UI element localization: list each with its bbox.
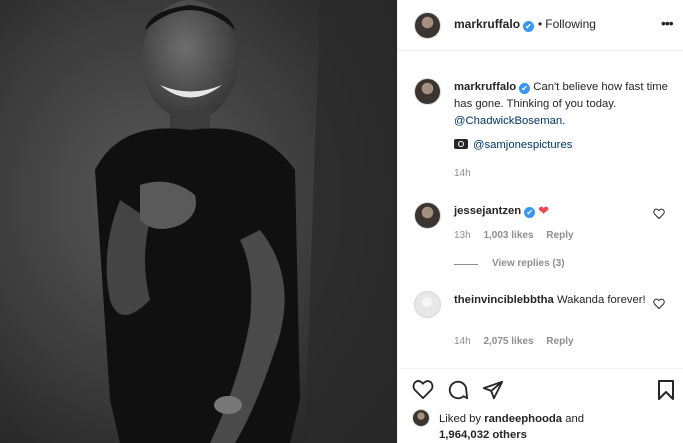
comment-username[interactable]: jessejantzen — [454, 205, 521, 217]
comment-avatar[interactable] — [414, 202, 441, 229]
post-header: markruffalo ✔ • Following ••• — [398, 0, 683, 51]
comment-username[interactable]: theinvinciblebbtha — [454, 294, 554, 306]
comment-text: theinvinciblebbtha Wakanda forever! — [454, 292, 654, 309]
verified-badge-icon: ✔ — [523, 21, 535, 32]
post-photo[interactable] — [0, 0, 397, 443]
comment-timestamp[interactable]: 14h — [454, 336, 471, 347]
author-avatar[interactable] — [414, 12, 441, 39]
photo-credit: @samjonespictures — [454, 139, 572, 151]
bookmark-icon[interactable] — [657, 379, 675, 401]
red-heart-emoji: ❤ — [538, 203, 550, 218]
comment-icon[interactable] — [447, 379, 469, 401]
comment-meta: 14h 2,075 likes Reply — [454, 336, 584, 347]
comment-avatar[interactable] — [414, 291, 441, 318]
share-icon[interactable] — [482, 379, 504, 401]
comment-reply-button[interactable]: Reply — [546, 336, 573, 347]
comment-timestamp[interactable]: 13h — [454, 230, 471, 241]
liker-avatar[interactable] — [412, 409, 430, 427]
view-replies-button[interactable]: View replies (3) — [492, 258, 565, 269]
likes-count-button[interactable]: 1,964,032 others — [439, 429, 527, 441]
comment-meta: 13h 1,003 likes Reply — [454, 230, 584, 241]
comment-text: jessejantzen ✔ ❤ — [454, 203, 549, 219]
comment-reply-button[interactable]: Reply — [546, 230, 573, 241]
liked-by-summary: Liked by randeephooda and 1,964,032 othe… — [439, 411, 679, 443]
liked-by-prefix: Liked by — [439, 413, 482, 425]
author-username[interactable]: markruffalo — [454, 17, 520, 31]
comment-like-heart-icon[interactable] — [653, 208, 665, 219]
verified-badge-icon: ✔ — [524, 207, 536, 218]
caption-mention-link[interactable]: @ChadwickBoseman. — [454, 115, 565, 127]
portrait-image — [0, 0, 397, 443]
photo-credit-link[interactable]: @samjonespictures — [473, 139, 572, 151]
separator-dot: • — [538, 17, 543, 31]
replies-divider — [454, 264, 478, 265]
camera-icon — [454, 139, 468, 149]
verified-badge-icon: ✔ — [519, 83, 531, 94]
author-line: markruffalo ✔ • Following — [454, 17, 596, 32]
following-button[interactable]: Following — [545, 17, 596, 31]
comment-likes[interactable]: 1,003 likes — [483, 230, 533, 241]
caption-timestamp[interactable]: 14h — [454, 168, 471, 179]
liker-username[interactable]: randeephooda — [484, 413, 562, 425]
post-actions: Liked by randeephooda and 1,964,032 othe… — [398, 368, 683, 443]
comment-body: Wakanda forever! — [556, 294, 646, 306]
post-panel: markruffalo ✔ • Following ••• markruffalo ✔ … — [397, 0, 683, 443]
caption: markruffalo ✔ Can't believe how fast time… — [454, 79, 672, 130]
caption-username[interactable]: markruffalo — [454, 81, 516, 93]
more-options-icon[interactable]: ••• — [661, 15, 674, 31]
caption-avatar[interactable] — [414, 78, 441, 105]
heart-icon[interactable] — [412, 379, 434, 399]
comment-likes[interactable]: 2,075 likes — [483, 336, 533, 347]
comment-like-heart-icon[interactable] — [653, 298, 665, 309]
liked-by-joiner: and — [565, 413, 585, 425]
